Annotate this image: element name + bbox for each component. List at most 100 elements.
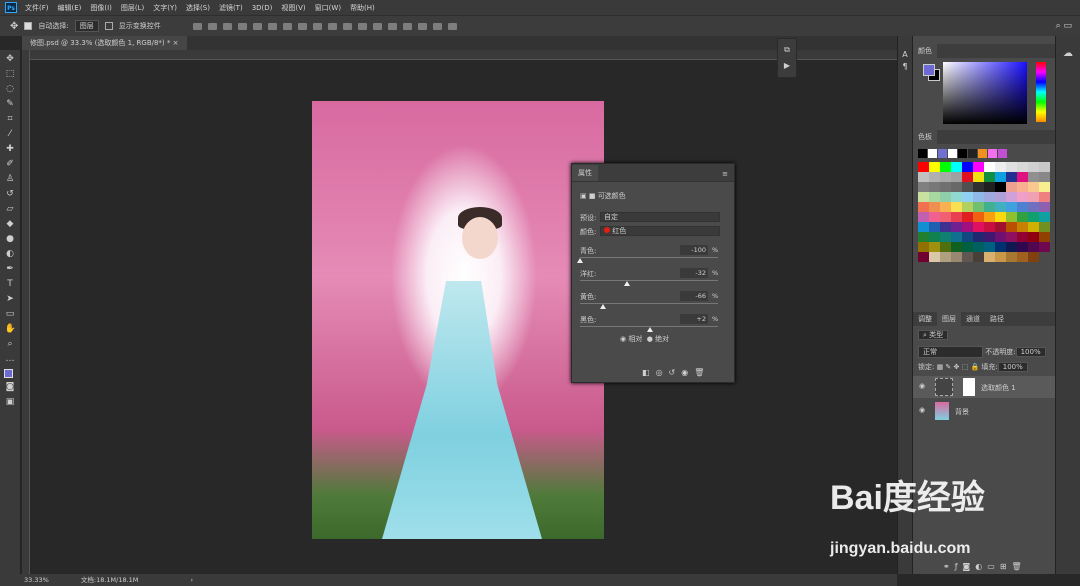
swatch[interactable] [940, 182, 951, 192]
swatch[interactable] [929, 172, 940, 182]
slider-track[interactable] [580, 257, 718, 258]
swatch[interactable] [1006, 192, 1017, 202]
swatch[interactable] [918, 222, 929, 232]
swatch[interactable] [1028, 222, 1039, 232]
swatch[interactable] [973, 222, 984, 232]
swatch[interactable] [1039, 182, 1050, 192]
align-left-icon[interactable] [237, 22, 247, 30]
quick-mask-icon[interactable]: ◙ [5, 382, 16, 393]
creative-cloud-icon[interactable]: ☁ [1056, 48, 1080, 59]
colors-dropdown[interactable]: 红色 [600, 226, 720, 236]
tab-adjustments[interactable]: 调整 [913, 312, 937, 326]
menu-3d[interactable]: 3D(D) [252, 4, 273, 12]
swatch[interactable] [984, 222, 995, 232]
swatch[interactable] [958, 149, 967, 158]
slider-value-input[interactable]: +2 [680, 314, 708, 324]
swatch[interactable] [1006, 232, 1017, 242]
menu-window[interactable]: 窗口(W) [315, 3, 341, 13]
hand-tool-icon[interactable]: ✋ [5, 324, 16, 335]
move-tool-icon[interactable]: ✥ [5, 54, 16, 65]
layer-row[interactable]: ◉ 选取颜色 1 [913, 376, 1056, 398]
mask-icon[interactable]: ◙ [963, 562, 976, 571]
swatch[interactable] [995, 192, 1006, 202]
align-bottom-icon[interactable] [222, 22, 232, 30]
swatch[interactable] [1017, 222, 1028, 232]
swatch[interactable] [929, 242, 940, 252]
swatch[interactable] [940, 192, 951, 202]
swatch[interactable] [1039, 222, 1050, 232]
status-arrow-icon[interactable]: › [191, 576, 194, 584]
swatch[interactable] [973, 212, 984, 222]
view-previous-icon[interactable]: ◎ [656, 368, 669, 377]
auto-select-target-dropdown[interactable]: 图层 [74, 20, 99, 32]
adjustment-icon[interactable]: ◐ [975, 562, 987, 571]
swatch[interactable] [1017, 232, 1028, 242]
crop-tool-icon[interactable]: ⌗ [5, 114, 16, 125]
swatch[interactable] [984, 212, 995, 222]
3d-roll-icon[interactable] [402, 22, 412, 30]
zoom-level[interactable]: 33.33% [24, 576, 49, 584]
swatch[interactable] [988, 149, 997, 158]
swatch[interactable] [918, 232, 929, 242]
paragraph-panel-icon[interactable]: ¶ [898, 62, 912, 71]
swatch[interactable] [998, 149, 1007, 158]
fill-input[interactable]: 100% [997, 362, 1028, 372]
swatch[interactable] [940, 162, 951, 172]
swatch[interactable] [962, 222, 973, 232]
stamp-tool-icon[interactable]: ♙ [5, 174, 16, 185]
swatch[interactable] [1017, 182, 1028, 192]
swatch[interactable] [1017, 242, 1028, 252]
swatch[interactable] [940, 242, 951, 252]
character-panel-icon[interactable]: A [898, 50, 912, 59]
swatch[interactable] [940, 252, 951, 262]
marquee-tool-icon[interactable]: ⬚ [5, 69, 16, 80]
reset-icon[interactable]: ↺ [669, 368, 682, 377]
new-layer-icon[interactable]: ⊞ [1000, 562, 1012, 571]
swatch[interactable] [951, 222, 962, 232]
swatch[interactable] [918, 192, 929, 202]
3d-rotate-icon[interactable] [387, 22, 397, 30]
swatch[interactable] [951, 182, 962, 192]
color-panel-tab[interactable]: 颜色 [913, 44, 937, 58]
swatch[interactable] [951, 242, 962, 252]
swatch[interactable] [973, 252, 984, 262]
canvas-image[interactable] [312, 101, 604, 539]
swatches-panel-tab[interactable]: 色板 [913, 130, 937, 144]
swatch[interactable] [940, 212, 951, 222]
distribute-right-icon[interactable] [357, 22, 367, 30]
swatch[interactable] [929, 222, 940, 232]
delete-icon[interactable]: 🗑 [694, 368, 710, 377]
blur-tool-icon[interactable]: ● [5, 234, 16, 245]
swatch[interactable] [1039, 162, 1050, 172]
swatch[interactable] [1039, 242, 1050, 252]
swatch[interactable] [929, 252, 940, 262]
swatch[interactable] [929, 232, 940, 242]
layer-mask-thumbnail[interactable] [963, 378, 975, 396]
history-brush-icon[interactable]: ↺ [5, 189, 16, 200]
swatch[interactable] [995, 182, 1006, 192]
swatch[interactable] [951, 202, 962, 212]
history-icon[interactable]: ⧉ [778, 45, 796, 55]
align-hcenter-icon[interactable] [252, 22, 262, 30]
layer-row[interactable]: ◉ 背景 [913, 400, 1056, 422]
screen-mode-icon[interactable]: ▣ [5, 397, 16, 408]
slider-value-input[interactable]: -66 [680, 291, 708, 301]
auto-select-checkbox[interactable] [24, 22, 33, 30]
visibility-eye-icon[interactable]: ◉ [919, 406, 925, 414]
swatch[interactable] [951, 252, 962, 262]
swatch[interactable] [918, 149, 927, 158]
swatch[interactable] [1028, 162, 1039, 172]
swatch[interactable] [973, 182, 984, 192]
swatch[interactable] [995, 242, 1006, 252]
document-tab[interactable]: 修图.psd @ 33.3% (选取颜色 1, RGB/8*) * × [22, 36, 187, 50]
swatch[interactable] [951, 232, 962, 242]
distribute-top-icon[interactable] [282, 22, 292, 30]
align-top-icon[interactable] [192, 22, 202, 30]
foreground-color[interactable] [923, 64, 935, 76]
search-icon[interactable]: ⌕ ▭ [1056, 21, 1072, 31]
swatch[interactable] [962, 242, 973, 252]
swatch[interactable] [918, 162, 929, 172]
swatch[interactable] [995, 202, 1006, 212]
swatch[interactable] [1028, 192, 1039, 202]
align-right-icon[interactable] [267, 22, 277, 30]
